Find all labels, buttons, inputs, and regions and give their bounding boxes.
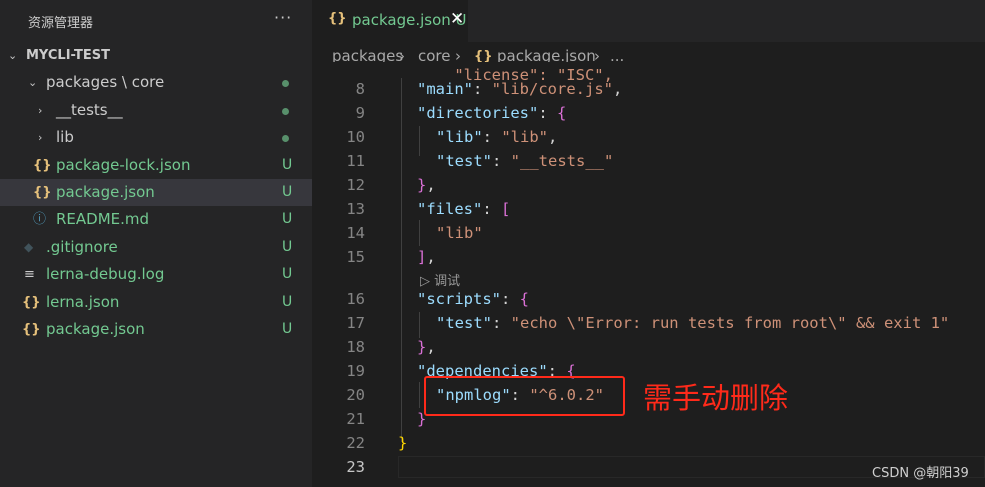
close-icon[interactable]: ✕ bbox=[450, 9, 464, 29]
debug-codelens[interactable]: ▷ 调试 bbox=[420, 270, 460, 289]
line-number: 20 bbox=[346, 386, 365, 404]
code-editor[interactable]: "license": "ISC", 8 9 10 11 12 13 14 15 … bbox=[312, 62, 985, 487]
line-number: 21 bbox=[346, 410, 365, 428]
project-name: MYCLI-TEST bbox=[26, 48, 111, 63]
untracked-badge: U bbox=[282, 293, 293, 310]
explorer-sidebar: 资源管理器 ··· ⌄ MYCLI-TEST ⌄ packages \ core… bbox=[0, 0, 312, 487]
json-file-icon: {} bbox=[33, 184, 52, 200]
editor-tab-bar: {} package.json U ✕ bbox=[312, 0, 985, 42]
line-number: 8 bbox=[355, 80, 365, 98]
code-line: "directories": { bbox=[417, 104, 567, 122]
tree-item-label: README.md bbox=[56, 210, 150, 229]
tree-item-core-package-json[interactable]: {} package.json U bbox=[0, 178, 312, 207]
json-file-icon: {} bbox=[22, 321, 41, 337]
code-line: "scripts": { bbox=[417, 290, 530, 308]
untracked-badge: U bbox=[282, 156, 293, 173]
tree-item-tests[interactable]: › __tests__ bbox=[0, 97, 312, 124]
annotation-text: 需手动删除 bbox=[643, 381, 789, 415]
tree-item-label: .gitignore bbox=[46, 237, 118, 256]
line-number: 11 bbox=[346, 152, 365, 170]
tree-item-label: package-lock.json bbox=[56, 155, 191, 174]
tree-item-label: lib bbox=[56, 128, 74, 147]
code-line: "lib": "lib", bbox=[436, 128, 558, 146]
tree-item-packages-core[interactable]: ⌄ packages \ core bbox=[0, 69, 312, 96]
untracked-badge: U bbox=[282, 320, 293, 337]
code-line: "test": "__tests__" bbox=[436, 152, 614, 170]
tree-item-label: package.json bbox=[56, 182, 155, 201]
code-line: }, bbox=[417, 176, 436, 194]
untracked-badge: U bbox=[282, 266, 293, 283]
chevron-right-icon: › bbox=[38, 103, 43, 117]
code-line: "files": [ bbox=[417, 200, 511, 218]
indent-guide bbox=[419, 126, 420, 156]
indent-guide bbox=[419, 312, 420, 338]
info-icon: ⓘ bbox=[33, 212, 47, 228]
chevron-down-icon: ⌄ bbox=[28, 76, 38, 90]
explorer-title: 资源管理器 bbox=[28, 16, 94, 31]
indent-guide bbox=[419, 382, 420, 408]
code-line: "main": "lib/core.js", bbox=[417, 80, 623, 98]
line-number: 16 bbox=[346, 290, 365, 308]
tree-item-package-lock-json[interactable]: {} package-lock.json U bbox=[0, 152, 312, 179]
untracked-badge: U bbox=[282, 183, 293, 200]
chevron-down-icon: ⌄ bbox=[8, 49, 18, 62]
tree-item-label: packages \ core bbox=[46, 73, 165, 92]
line-number: 14 bbox=[346, 224, 365, 242]
code-line: "lib" bbox=[436, 224, 483, 242]
code-line: } bbox=[398, 434, 408, 452]
tree-item-lerna-json[interactable]: {} lerna.json U bbox=[0, 289, 312, 316]
git-icon: ◆ bbox=[24, 239, 34, 254]
modified-dot bbox=[282, 135, 289, 143]
indent-guide bbox=[419, 220, 420, 246]
line-number: 22 bbox=[346, 434, 365, 452]
tree-item-label: lerna.json bbox=[46, 292, 120, 311]
tree-item-label: lerna-debug.log bbox=[46, 265, 165, 284]
untracked-badge: U bbox=[282, 238, 293, 255]
file-tree: ⌄ MYCLI-TEST ⌄ packages \ core › __tests… bbox=[0, 42, 312, 343]
line-number: 13 bbox=[346, 200, 365, 218]
tree-item-lib[interactable]: › lib bbox=[0, 124, 312, 151]
code-line: ], bbox=[417, 248, 436, 266]
more-actions-icon[interactable]: ··· bbox=[274, 8, 292, 27]
project-root[interactable]: ⌄ MYCLI-TEST bbox=[0, 42, 312, 69]
chevron-right-icon: › bbox=[38, 131, 43, 145]
tab-package-json[interactable]: {} package.json U ✕ bbox=[312, 0, 468, 42]
tree-item-lerna-debug-log[interactable]: ≡ lerna-debug.log U bbox=[0, 261, 312, 288]
code-line: }, bbox=[417, 338, 436, 356]
indent-guide bbox=[401, 78, 402, 442]
json-file-icon: {} bbox=[33, 157, 52, 173]
json-file-icon: {} bbox=[22, 294, 41, 310]
untracked-badge: U bbox=[282, 211, 293, 228]
tree-item-readme[interactable]: ⓘ README.md U bbox=[0, 206, 312, 233]
tree-item-label: __tests__ bbox=[56, 100, 123, 119]
line-number: 9 bbox=[355, 104, 365, 122]
line-number: 10 bbox=[346, 128, 365, 146]
watermark: CSDN @朝阳39 bbox=[872, 466, 969, 481]
log-file-icon: ≡ bbox=[24, 267, 35, 283]
tree-item-root-package-json[interactable]: {} package.json U bbox=[0, 316, 312, 343]
annotation-highlight-box bbox=[424, 376, 625, 416]
line-number: 19 bbox=[346, 362, 365, 380]
line-number: 23 bbox=[346, 458, 365, 476]
modified-dot bbox=[282, 107, 289, 115]
line-number: 18 bbox=[346, 338, 365, 356]
line-number: 15 bbox=[346, 248, 365, 266]
tree-item-label: package.json bbox=[46, 319, 145, 338]
line-number: 12 bbox=[346, 176, 365, 194]
tree-item-gitignore[interactable]: ◆ .gitignore U bbox=[0, 234, 312, 261]
code-line: "test": "echo \"Error: run tests from ro… bbox=[436, 314, 950, 332]
json-file-icon: {} bbox=[328, 11, 347, 26]
line-number: 17 bbox=[346, 314, 365, 332]
modified-dot bbox=[282, 80, 289, 88]
